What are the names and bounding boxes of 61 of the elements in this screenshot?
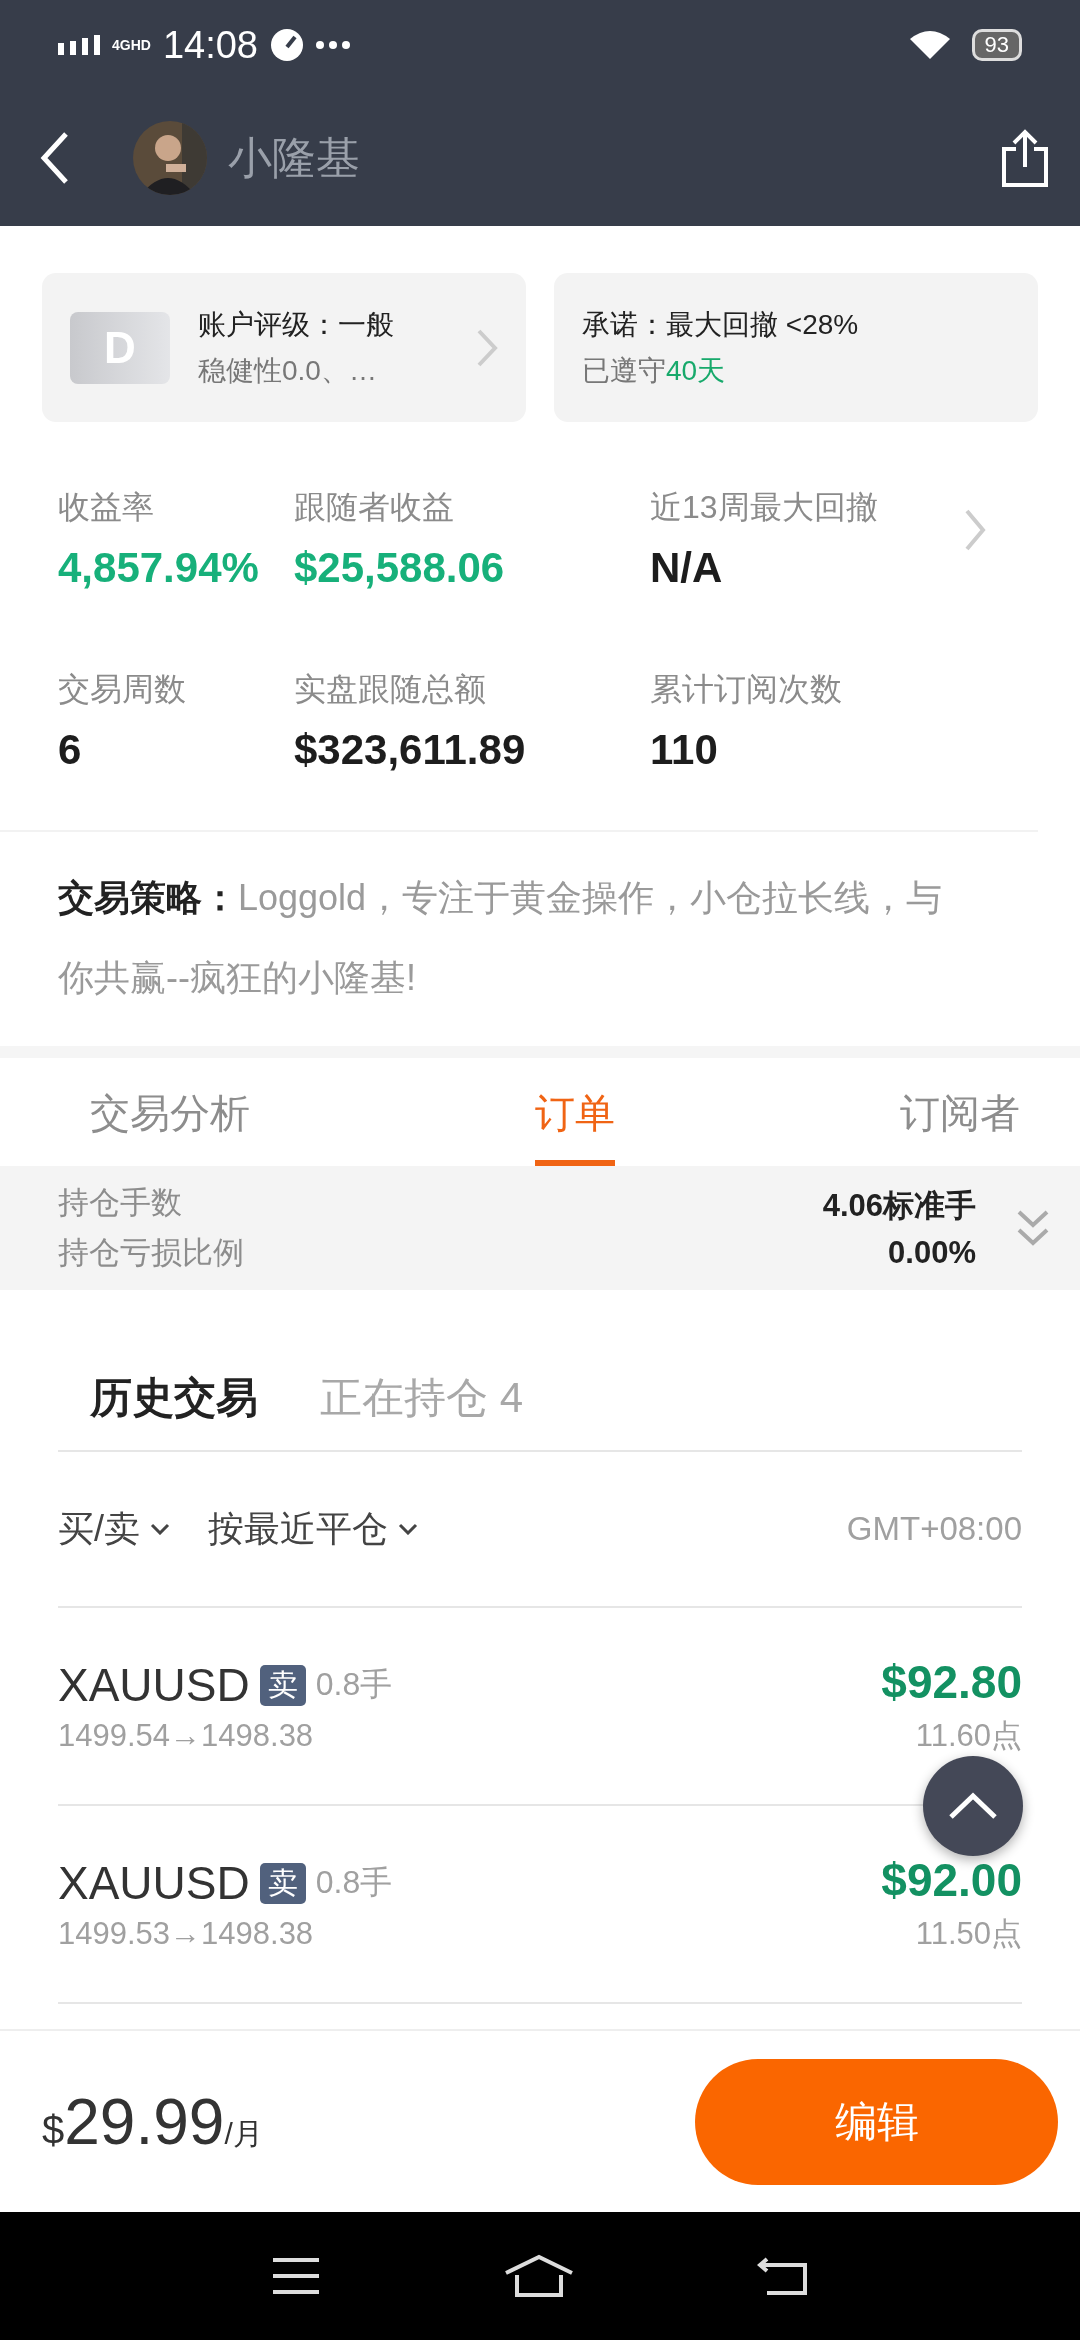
subscription-price: 29.99 bbox=[64, 2084, 225, 2159]
subtab[interactable]: 历史交易 bbox=[90, 1370, 258, 1426]
menu-icon[interactable] bbox=[271, 2256, 321, 2296]
strategy-text: 交易策略：Loggold，专注于黄金操作，小仓拉长线，与你共赢--疯狂的小隆基! bbox=[0, 832, 1080, 1058]
network-label: 4GHD bbox=[112, 38, 151, 52]
chevron-right-icon bbox=[476, 327, 498, 368]
signal-icon bbox=[58, 35, 100, 55]
filter-dropdown[interactable]: 按最近平仓 bbox=[208, 1504, 418, 1554]
rating-subtitle: 稳健性0.0、… bbox=[198, 353, 378, 388]
tab[interactable]: 交易分析 bbox=[90, 1058, 250, 1166]
tab[interactable]: 订阅者 bbox=[900, 1058, 1020, 1166]
stat-label: 跟随者收益 bbox=[294, 488, 455, 527]
trade-points: 11.60点 bbox=[915, 1717, 1022, 1755]
side-badge: 卖 bbox=[259, 1664, 306, 1706]
trade-symbol: XAUUSD bbox=[58, 1658, 250, 1712]
stat-label: 实盘跟随总额 bbox=[294, 670, 487, 709]
status-time: 14:08 bbox=[162, 23, 258, 67]
trade-profit: $92.80 bbox=[881, 1655, 1022, 1709]
summary-label: 持仓手数 bbox=[58, 1184, 183, 1222]
trade-profit: $92.00 bbox=[881, 1853, 1022, 1907]
price-unit: /月 bbox=[224, 2116, 263, 2152]
stat-value: $25,588.06 bbox=[294, 544, 506, 592]
stat-value: 4,857.94% bbox=[58, 544, 260, 592]
edit-button[interactable]: 编辑 bbox=[695, 2058, 1058, 2185]
stat-value: $323,611.89 bbox=[294, 726, 527, 774]
chevron-up-icon bbox=[948, 1792, 998, 1820]
scroll-top-button[interactable] bbox=[923, 1756, 1023, 1856]
caret-icon bbox=[398, 1523, 418, 1535]
summary-value: 4.06标准手 bbox=[822, 1187, 976, 1225]
stat-value: 110 bbox=[650, 726, 719, 774]
back-icon[interactable] bbox=[757, 2255, 809, 2297]
rating-title: 账户评级：一般 bbox=[198, 307, 395, 342]
stat-value: N/A bbox=[650, 544, 724, 592]
summary-value: 0.00% bbox=[888, 1235, 976, 1271]
more-icon bbox=[316, 41, 350, 49]
share-icon[interactable] bbox=[1000, 129, 1050, 187]
timezone-label: GMT+08:00 bbox=[846, 1510, 1022, 1548]
promise-title: 承诺：最大回撤 <28% bbox=[582, 307, 860, 342]
stat-label: 收益率 bbox=[58, 488, 155, 527]
gauge-icon bbox=[270, 28, 304, 62]
profile-name: 小隆基 bbox=[228, 131, 360, 184]
home-icon[interactable] bbox=[503, 2253, 575, 2299]
battery-indicator: 93 bbox=[971, 29, 1022, 61]
currency-symbol: $ bbox=[42, 2107, 65, 2153]
promise-subtitle: 已遵守40天 bbox=[582, 353, 727, 388]
stat-value: 6 bbox=[58, 726, 83, 774]
filter-dropdown[interactable]: 买/卖 bbox=[58, 1504, 170, 1554]
back-icon[interactable] bbox=[40, 130, 70, 186]
subtab[interactable]: 正在持仓 4 bbox=[320, 1370, 524, 1426]
trade-lots: 0.8手 bbox=[315, 1665, 393, 1704]
caret-icon bbox=[150, 1523, 170, 1535]
summary-label: 持仓亏损比例 bbox=[58, 1234, 244, 1272]
stat-label: 近13周最大回撤 bbox=[650, 488, 879, 527]
trade-prices: 1499.54→1498.38 bbox=[58, 1718, 315, 1754]
trade-prices: 1499.53→1498.38 bbox=[58, 1916, 315, 1952]
stat-label: 累计订阅次数 bbox=[650, 670, 843, 709]
trade-lots: 0.8手 bbox=[315, 1863, 393, 1902]
trade-points: 11.50点 bbox=[915, 1915, 1022, 1953]
side-badge: 卖 bbox=[259, 1862, 306, 1904]
stat-label: 交易周数 bbox=[58, 670, 187, 709]
trade-symbol: XAUUSD bbox=[58, 1856, 250, 1910]
